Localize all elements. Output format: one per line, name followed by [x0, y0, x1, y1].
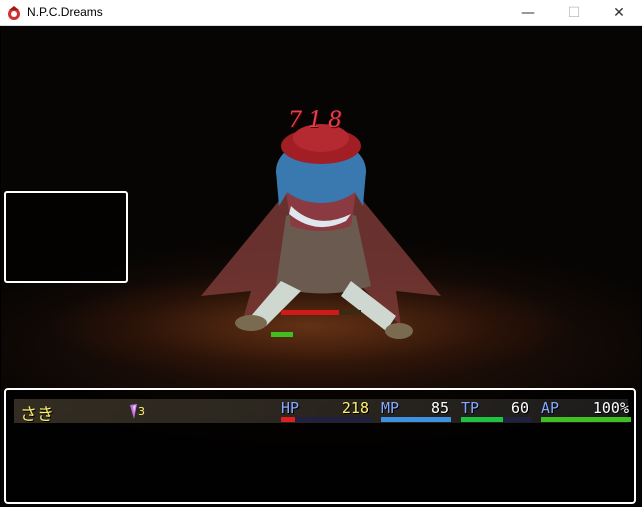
hp-label: HP [281, 399, 300, 417]
window-title: N.P.C.Dreams [27, 5, 103, 19]
ap-label: AP [541, 399, 560, 417]
hp-fill [281, 417, 295, 422]
state-badge: 3 [138, 405, 145, 418]
tp-label: TP [461, 399, 480, 417]
enemy-hp-fill [281, 310, 339, 315]
damage-popup: 718 [288, 108, 348, 133]
mp-fill [381, 417, 451, 422]
side-window [4, 191, 128, 283]
mp-label: MP [381, 399, 400, 417]
tp-value: 60 [510, 399, 529, 417]
title-bar: N.P.C.Dreams — ☐ ✕ [0, 0, 642, 26]
close-button[interactable]: ✕ [596, 0, 642, 26]
app-icon [8, 6, 20, 20]
tp-fill [461, 417, 503, 422]
hp-gauge: HP 218 [281, 399, 371, 423]
battle-scene: 718 さき 3 HP 218 MP 85 TP 60 AP 100% [1, 26, 641, 506]
ap-gauge: AP 100% [541, 399, 631, 423]
enemy-hp-gauge [281, 310, 361, 315]
enemy-ap-gauge [271, 332, 293, 337]
minimize-button[interactable]: — [505, 0, 551, 26]
actor-name: さき [20, 405, 54, 425]
crystal-state-icon: 3 [130, 404, 145, 419]
ap-fill [541, 417, 631, 422]
tp-gauge: TP 60 [461, 399, 531, 423]
mp-value: 85 [430, 399, 449, 417]
ap-value: 100% [592, 399, 629, 417]
actor-status-row[interactable]: さき 3 HP 218 MP 85 TP 60 AP 100% [14, 399, 631, 425]
hp-value: 218 [341, 399, 369, 417]
party-status-window: さき 3 HP 218 MP 85 TP 60 AP 100% [4, 388, 636, 504]
mp-gauge: MP 85 [381, 399, 451, 423]
maximize-button[interactable]: ☐ [551, 0, 597, 26]
